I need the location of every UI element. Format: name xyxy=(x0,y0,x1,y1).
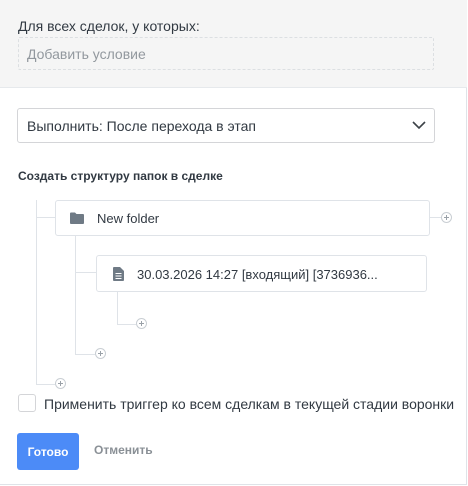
tree-line xyxy=(117,292,118,324)
apply-all-checkbox[interactable] xyxy=(18,394,36,412)
folder-node[interactable]: New folder xyxy=(55,200,430,236)
chevron-down-icon xyxy=(412,121,426,130)
tree-line xyxy=(75,354,95,355)
tree-line xyxy=(36,217,55,218)
conditions-label: Для всех сделок, у которых: xyxy=(18,18,200,34)
add-root-item-button[interactable] xyxy=(55,378,66,389)
execute-select-value: Выполнить: После перехода в этап xyxy=(27,118,256,134)
tree-line xyxy=(36,200,37,384)
file-label: 30.03.2026 14:27 [входящий] [3736936... xyxy=(137,267,378,282)
execute-select[interactable]: Выполнить: После перехода в этап xyxy=(17,108,435,143)
tree-line xyxy=(75,236,76,354)
tree-line xyxy=(429,217,441,218)
tree-line xyxy=(36,384,55,385)
file-node[interactable]: 30.03.2026 14:27 [входящий] [3736936... xyxy=(96,255,427,292)
add-item-in-folder-button[interactable] xyxy=(95,348,106,359)
folder-label: New folder xyxy=(97,211,160,226)
tree-line xyxy=(117,324,136,325)
tree-line xyxy=(75,272,96,273)
folder-icon xyxy=(70,212,84,224)
structure-title: Создать структуру папок в сделке xyxy=(18,169,223,183)
done-button[interactable]: Готово xyxy=(17,433,79,470)
conditions-section: Для всех сделок, у которых: Добавить усл… xyxy=(0,0,467,88)
add-item-in-file-button[interactable] xyxy=(136,318,147,329)
document-icon xyxy=(113,267,124,281)
cancel-button[interactable]: Отменить xyxy=(94,443,153,457)
apply-all-label[interactable]: Применить триггер ко всем сделкам в теку… xyxy=(44,396,454,412)
add-condition-placeholder: Добавить условие xyxy=(27,46,146,62)
add-sibling-folder-button[interactable] xyxy=(441,212,452,223)
add-condition-field[interactable]: Добавить условие xyxy=(18,37,434,70)
trigger-settings-panel: Для всех сделок, у которых: Добавить усл… xyxy=(0,0,467,485)
